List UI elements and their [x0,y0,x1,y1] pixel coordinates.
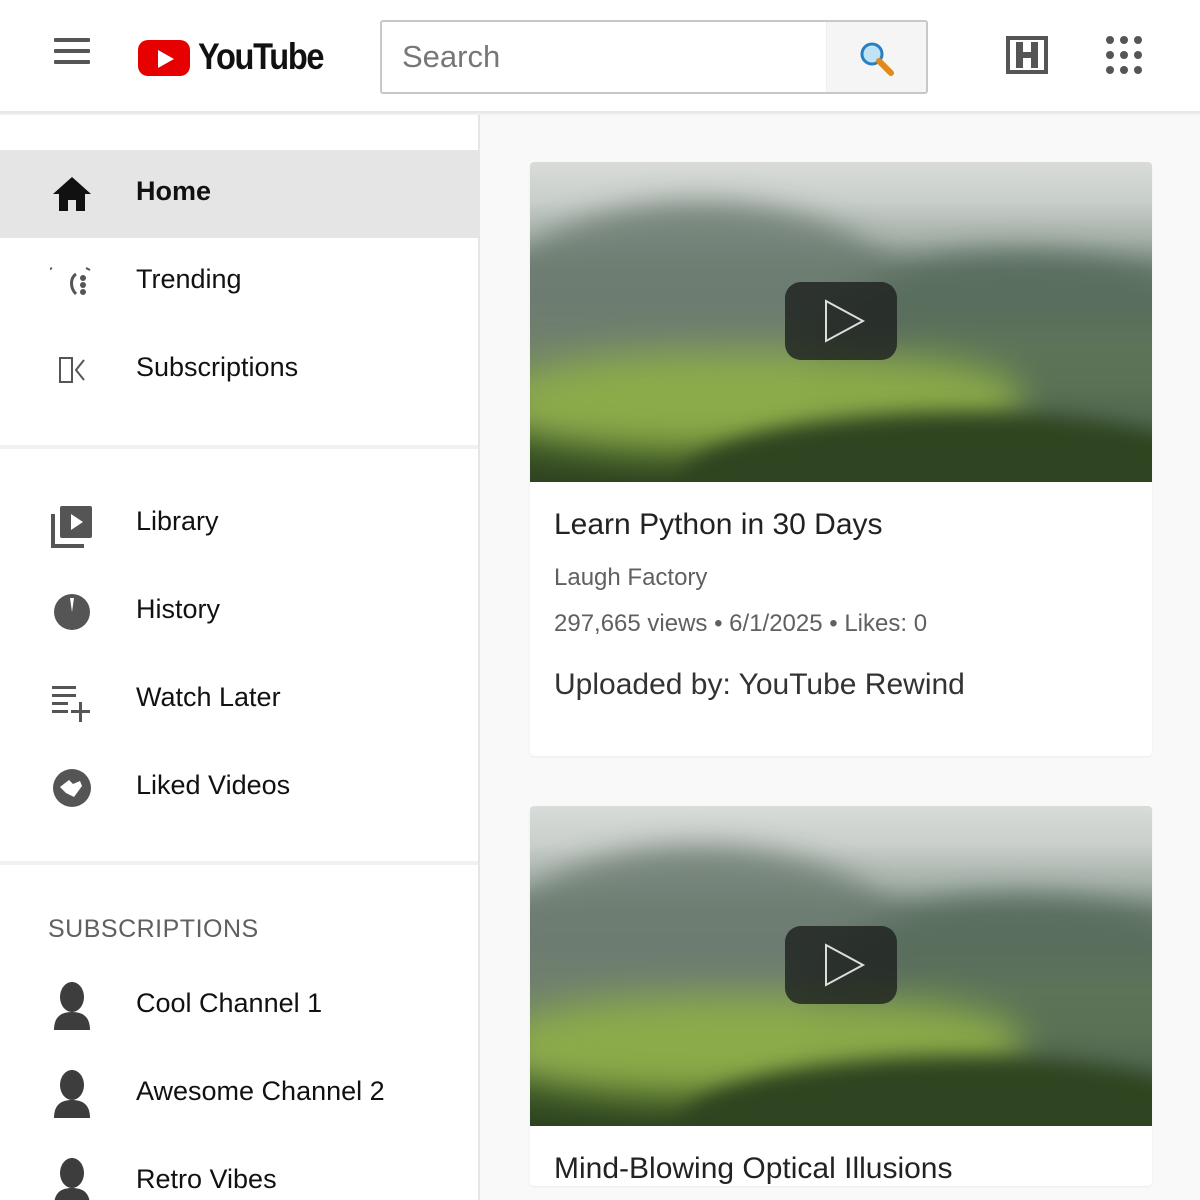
subscription-name: Awesome Channel 2 [136,1076,385,1106]
youtube-logo-icon [138,40,190,76]
sidebar-item-label: Liked Videos [136,770,291,800]
subscription-item[interactable]: Retro Vibes [0,1136,478,1200]
subscription-item[interactable]: Cool Channel 1 [0,960,478,1048]
sidebar-item-label: Watch Later [136,682,281,712]
top-header: YouTube [0,0,1200,113]
video-thumbnail[interactable] [530,806,1152,1126]
play-icon [825,299,866,343]
sidebar-item-history[interactable]: History [0,568,478,656]
home-icon [50,174,94,214]
sidebar-item-home[interactable]: Home [0,150,478,238]
sidebar-item-liked-videos[interactable]: Liked Videos [0,744,478,832]
sidebar-divider [0,861,478,865]
sidebar-item-trending[interactable]: Trending [0,238,478,326]
play-button[interactable] [785,926,897,1004]
subscription-item[interactable]: Awesome Channel 2 [0,1048,478,1136]
video-channel-name[interactable]: Laugh Factory [554,564,1128,592]
search-button[interactable] [826,22,926,92]
apps-grid-icon[interactable] [1104,34,1152,78]
search-input[interactable] [382,22,826,92]
video-card[interactable]: Mind-Blowing Optical Illusions [530,806,1152,1186]
sidebar-item-label: Home [136,176,212,206]
sidebar-item-library[interactable]: Library [0,480,478,568]
sidebar-item-watch-later[interactable]: Watch Later [0,656,478,744]
video-title[interactable]: Learn Python in 30 Days [554,508,1128,542]
subscription-name: Retro Vibes [136,1164,277,1194]
video-feed: Learn Python in 30 Days Laugh Factory 29… [482,115,1200,1200]
channel-avatar-icon [50,980,94,1032]
upload-video-icon[interactable] [1006,36,1050,76]
history-icon [50,592,94,632]
sidebar-item-subscriptions[interactable]: Subscriptions [0,326,478,414]
sidebar-item-label: Subscriptions [136,352,299,382]
video-card[interactable]: Learn Python in 30 Days Laugh Factory 29… [530,162,1152,756]
logo-text: YouTube [198,36,325,77]
video-thumbnail[interactable] [530,162,1152,482]
video-title[interactable]: Mind-Blowing Optical Illusions [554,1152,1128,1186]
liked-videos-icon [50,768,94,808]
library-icon [50,504,94,548]
subscriptions-icon [50,350,94,390]
sidebar-item-label: History [136,594,221,624]
channel-avatar-icon [50,1156,94,1200]
sidebar-item-label: Trending [136,264,242,294]
search-bar [380,20,928,94]
trending-icon [47,262,94,302]
watch-later-icon [50,680,94,722]
video-meta: 297,665 views • 6/1/2025 • Likes: 0 [554,610,928,637]
play-icon [825,943,866,987]
search-icon [860,42,894,76]
sidebar: Home Trending Subscriptions Library Hist… [0,115,480,1200]
channel-avatar-icon [50,1068,94,1120]
sidebar-divider [0,445,478,449]
sidebar-item-label: Library [136,506,219,536]
play-button[interactable] [785,282,897,360]
video-uploader: Uploaded by: YouTube Rewind [554,668,965,701]
subscription-name: Cool Channel 1 [136,988,323,1018]
subscriptions-section-title: SUBSCRIPTIONS [48,915,259,943]
menu-icon[interactable] [50,34,94,68]
youtube-logo[interactable]: YouTube [136,36,340,78]
